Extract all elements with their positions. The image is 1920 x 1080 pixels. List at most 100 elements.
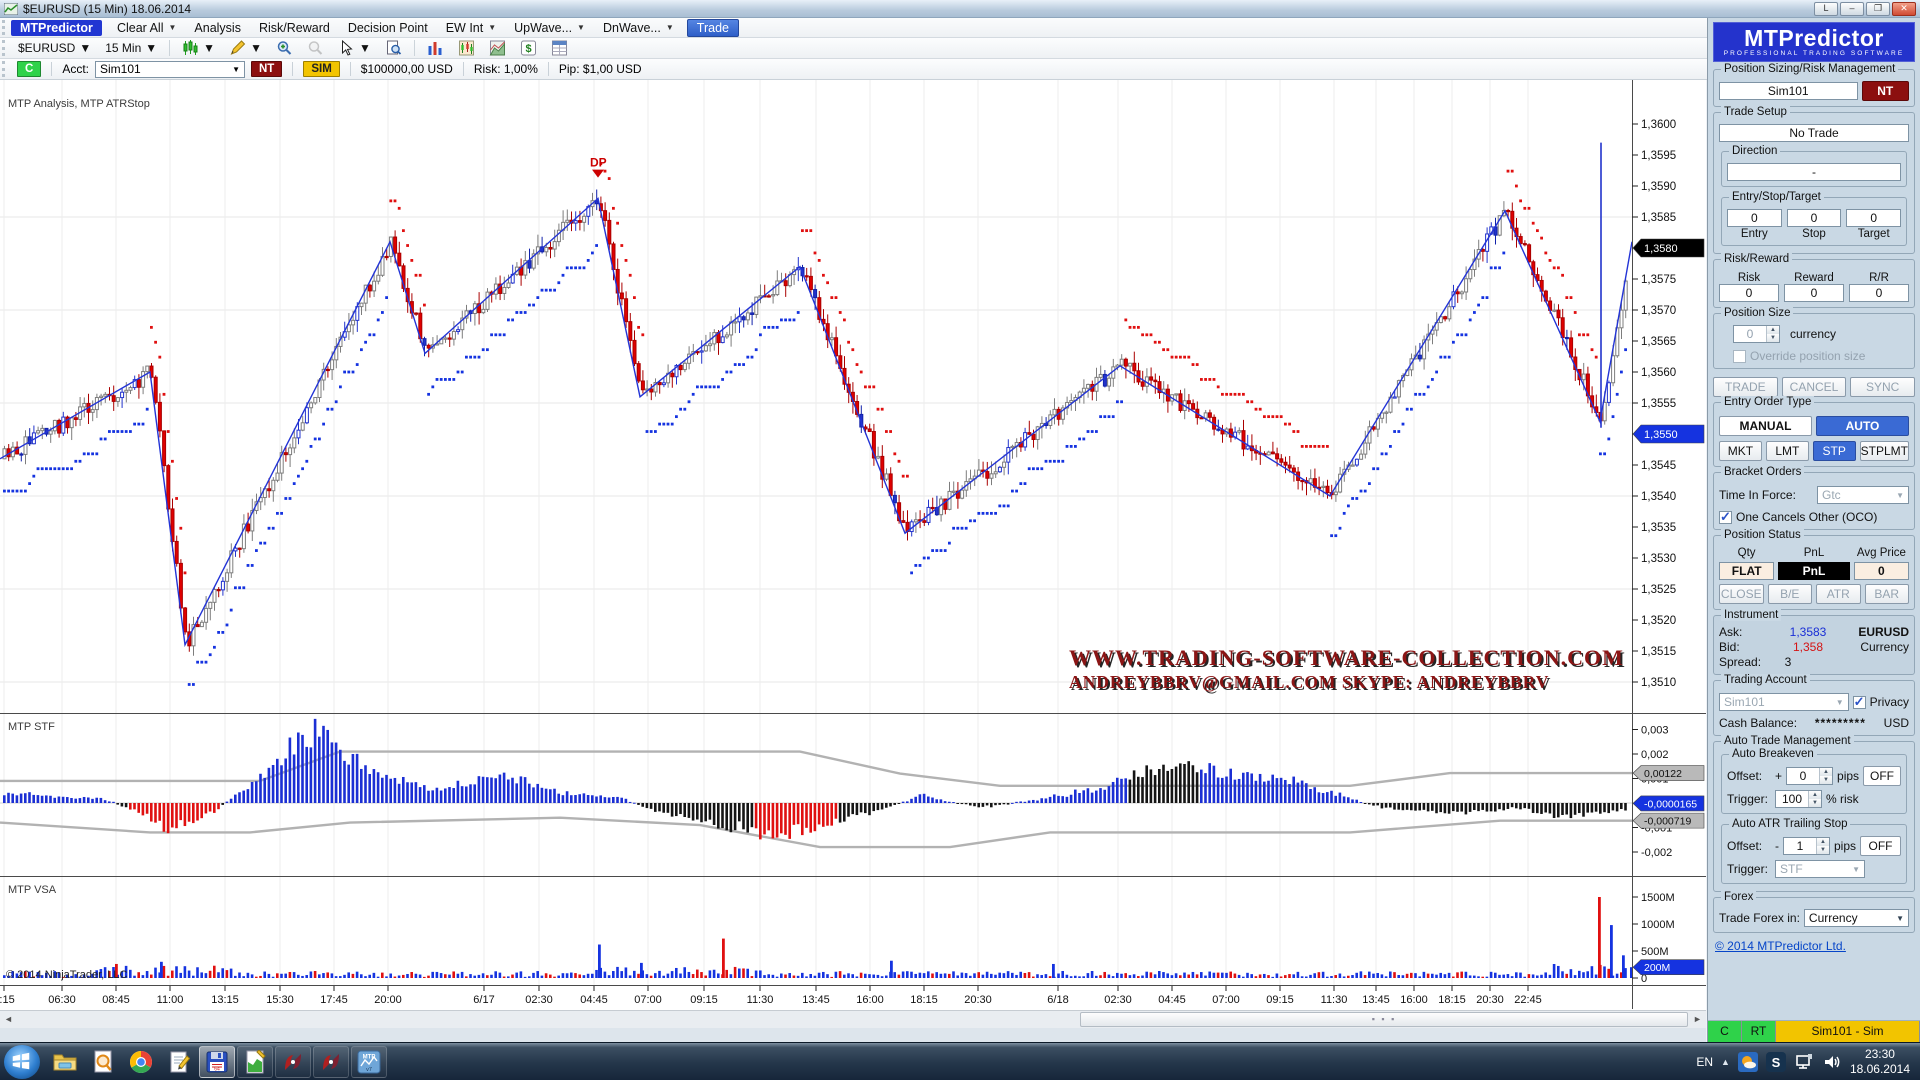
stop-field[interactable]: 0 xyxy=(1787,209,1842,227)
time-in-force-dropdown[interactable]: Gtc▼ xyxy=(1817,486,1909,504)
taskbar-search[interactable] xyxy=(85,1046,121,1078)
toolbar-grip[interactable] xyxy=(2,61,7,77)
area-chart-button[interactable] xyxy=(482,38,513,58)
chart-trader-button[interactable] xyxy=(451,38,482,58)
atr-offset-stepper[interactable]: 1▲▼ xyxy=(1783,837,1830,855)
stplmt-order-button[interactable]: STPLMT xyxy=(1860,441,1909,461)
data-inspector-button[interactable] xyxy=(378,38,409,58)
taskbar-ninjatrader-1[interactable] xyxy=(275,1046,311,1078)
menu-item-upwave[interactable]: UpWave...▼ xyxy=(505,20,594,36)
auto-mode-button[interactable]: AUTO xyxy=(1816,416,1909,436)
bid-price: 1,358 xyxy=(1773,640,1843,654)
timeframe-selector[interactable]: 15 Min▼ xyxy=(98,39,164,57)
maximize-button[interactable]: ❐ xyxy=(1866,2,1890,16)
account-dropdown[interactable]: Sim101▼ xyxy=(95,61,245,78)
taskbar-report-tool[interactable] xyxy=(237,1046,273,1078)
taskbar-save-tool[interactable]: 64 xyxy=(199,1046,235,1078)
trading-account-group: Trading Account Sim101▼ Privacy Cash Bal… xyxy=(1713,680,1915,736)
network-tray-icon[interactable] xyxy=(1794,1052,1814,1072)
bars-panel-button[interactable] xyxy=(420,38,451,58)
instrument-selector[interactable]: $EURUSD▼ xyxy=(11,39,98,57)
svg-text:08:45: 08:45 xyxy=(102,994,130,1006)
cursor-icon xyxy=(338,40,355,56)
svg-text:02:30: 02:30 xyxy=(1104,994,1132,1006)
draw-tool-button[interactable]: ▼ xyxy=(222,38,269,58)
menu-item-decision-point[interactable]: Decision Point xyxy=(339,20,437,36)
taskbar-explorer[interactable] xyxy=(47,1046,83,1078)
volume-tray-icon[interactable] xyxy=(1822,1052,1842,1072)
stp-order-button[interactable]: STP xyxy=(1813,441,1856,461)
horizontal-scrollbar[interactable]: ◄ ▪ ▪ ▪ ► xyxy=(0,1010,1706,1028)
entry-field[interactable]: 0 xyxy=(1727,209,1782,227)
menu-item-trade[interactable]: Trade xyxy=(687,19,739,37)
folder-icon xyxy=(52,1051,78,1073)
cancel-button[interactable]: CANCEL xyxy=(1782,377,1847,397)
bar-button[interactable]: BAR xyxy=(1865,584,1910,604)
chart-area[interactable]: WWW.TRADING-SOFTWARE-COLLECTION.COMWWW.T… xyxy=(0,80,1706,1042)
taskbar-mtpredictor[interactable]: MTPv7 xyxy=(351,1046,387,1078)
taskbar-ninjatrader-2[interactable] xyxy=(313,1046,349,1078)
breakeven-offset-stepper[interactable]: 0▲▼ xyxy=(1786,767,1833,785)
target-field[interactable]: 0 xyxy=(1846,209,1901,227)
price-chart[interactable]: WWW.TRADING-SOFTWARE-COLLECTION.COMWWW.T… xyxy=(0,80,1706,1010)
position-size-stepper[interactable]: 0▲▼ xyxy=(1733,325,1780,343)
weather-tray-icon[interactable] xyxy=(1738,1052,1758,1072)
zoom-out-button[interactable] xyxy=(300,38,331,58)
scroll-left-arrow[interactable]: ◄ xyxy=(0,1011,17,1028)
oco-checkbox[interactable] xyxy=(1719,511,1732,524)
mtpredictor-copyright-link[interactable]: © 2014 MTPredictor Ltd. xyxy=(1715,939,1913,953)
minimize-button[interactable]: – xyxy=(1840,2,1864,16)
atr-trigger-dropdown[interactable]: STF▼ xyxy=(1775,860,1865,878)
start-button[interactable] xyxy=(4,1045,40,1079)
nt-badge[interactable]: NT xyxy=(251,61,282,77)
breakeven-off-button[interactable]: OFF xyxy=(1863,766,1901,786)
chart-style-button[interactable]: ▼ xyxy=(175,38,222,58)
taskbar-notepad[interactable] xyxy=(161,1046,197,1078)
scroll-right-arrow[interactable]: ► xyxy=(1689,1011,1706,1028)
grid-panel-button[interactable] xyxy=(544,38,575,58)
tray-expand-icon[interactable]: ▲ xyxy=(1721,1057,1730,1067)
breakeven-trigger-stepper[interactable]: 100▲▼ xyxy=(1775,790,1822,808)
account-performance-button[interactable]: $ xyxy=(513,38,544,58)
menu-item-mtpredictor[interactable]: MTPredictor xyxy=(11,20,102,36)
taskbar-chrome[interactable] xyxy=(123,1046,159,1078)
close-position-button[interactable]: CLOSE xyxy=(1719,584,1764,604)
tray-language[interactable]: EN xyxy=(1696,1055,1713,1069)
position-pnl-cell[interactable]: PnL xyxy=(1778,562,1849,580)
trade-forex-in-dropdown[interactable]: Currency▼ xyxy=(1804,909,1909,927)
privacy-checkbox[interactable] xyxy=(1853,696,1866,709)
sim-badge[interactable]: SIM xyxy=(303,61,339,77)
mkt-order-button[interactable]: MKT xyxy=(1719,441,1762,461)
link-window-button[interactable]: L xyxy=(1814,2,1838,16)
ninjatrader-icon xyxy=(281,1050,305,1074)
menu-item-analysis[interactable]: Analysis xyxy=(185,20,250,36)
svg-text:0,003: 0,003 xyxy=(1641,725,1669,737)
zoom-in-button[interactable] xyxy=(269,38,300,58)
override-size-checkbox[interactable] xyxy=(1733,350,1746,363)
menu-item-ew-int[interactable]: EW Int▼ xyxy=(437,20,505,36)
trading-account-dropdown[interactable]: Sim101▼ xyxy=(1719,693,1849,711)
toolbar-grip[interactable] xyxy=(2,40,7,56)
atr-off-button[interactable]: OFF xyxy=(1860,836,1901,856)
cursor-tool-button[interactable]: ▼ xyxy=(331,38,378,58)
atr-button[interactable]: ATR xyxy=(1816,584,1861,604)
scrollbar-thumb[interactable]: ▪ ▪ ▪ xyxy=(1080,1012,1688,1027)
menu-item-clear-all[interactable]: Clear All▼ xyxy=(108,20,185,36)
trade-button[interactable]: TRADE xyxy=(1713,377,1778,397)
toolbar: $EURUSD▼ 15 Min▼ ▼ ▼ ▼ $ xyxy=(0,38,1920,59)
svg-text:1,3595: 1,3595 xyxy=(1641,150,1676,162)
svg-text:18:15: 18:15 xyxy=(910,994,938,1006)
chevron-down-icon: ▼ xyxy=(168,23,176,32)
menu-item-risk-reward[interactable]: Risk/Reward xyxy=(250,20,339,36)
sync-button[interactable]: SYNC xyxy=(1850,377,1915,397)
taskbar-clock[interactable]: 23:30 18.06.2014 xyxy=(1850,1047,1910,1077)
nt-platform-button[interactable]: NT xyxy=(1862,81,1910,101)
lmt-order-button[interactable]: LMT xyxy=(1766,441,1809,461)
toolbar-grip[interactable] xyxy=(2,20,7,35)
svg-text:07:00: 07:00 xyxy=(634,994,662,1006)
skype-tray-icon[interactable]: S xyxy=(1766,1052,1786,1072)
close-button[interactable]: ✕ xyxy=(1892,2,1916,16)
manual-mode-button[interactable]: MANUAL xyxy=(1719,416,1812,436)
menu-item-dnwave[interactable]: DnWave...▼ xyxy=(594,20,683,36)
breakeven-button[interactable]: B/E xyxy=(1768,584,1813,604)
